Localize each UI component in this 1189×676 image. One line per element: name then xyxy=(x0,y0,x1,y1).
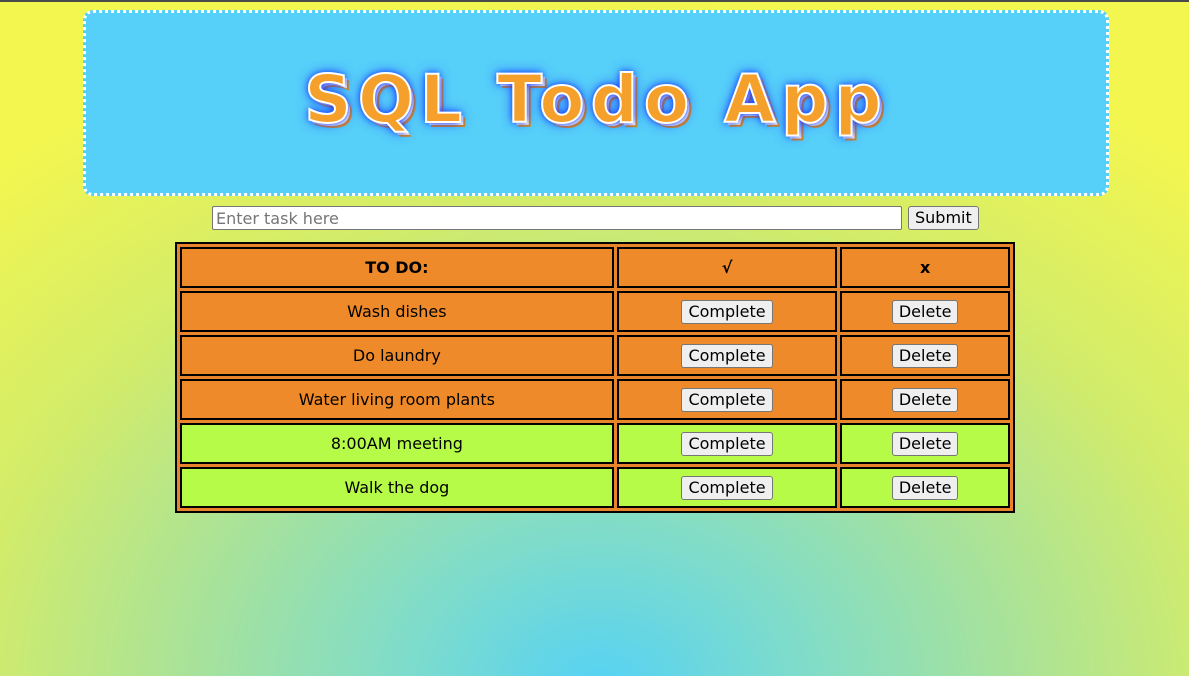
submit-button[interactable]: Submit xyxy=(908,206,979,230)
complete-cell: Complete xyxy=(616,335,838,376)
complete-button[interactable]: Complete xyxy=(681,475,773,500)
complete-cell: Complete xyxy=(616,379,838,420)
delete-button[interactable]: Delete xyxy=(891,299,959,324)
table-row: 8:00AM meeting Complete Delete xyxy=(180,423,1010,464)
delete-cell: Delete xyxy=(840,423,1010,464)
table-row: Walk the dog Complete Delete xyxy=(180,467,1010,508)
add-task-form: Submit xyxy=(212,205,979,231)
complete-button[interactable]: Complete xyxy=(681,387,773,412)
header-delete-x: x xyxy=(840,247,1010,288)
complete-button[interactable]: Complete xyxy=(681,431,773,456)
delete-button[interactable]: Delete xyxy=(891,475,959,500)
table-row: Do laundry Complete Delete xyxy=(180,335,1010,376)
complete-cell: Complete xyxy=(616,467,838,508)
header-banner: SQL Todo App xyxy=(83,10,1109,196)
delete-button[interactable]: Delete xyxy=(891,431,959,456)
table-header-row: TO DO: √ x xyxy=(180,247,1010,288)
task-text: 8:00AM meeting xyxy=(180,423,614,464)
header-complete-check: √ xyxy=(616,247,838,288)
delete-cell: Delete xyxy=(840,291,1010,332)
task-text: Water living room plants xyxy=(180,379,614,420)
delete-button[interactable]: Delete xyxy=(891,387,959,412)
table-row: Wash dishes Complete Delete xyxy=(180,291,1010,332)
complete-button[interactable]: Complete xyxy=(681,299,773,324)
window-top-border xyxy=(0,0,1189,2)
delete-button[interactable]: Delete xyxy=(891,343,959,368)
header-todo: TO DO: xyxy=(180,247,614,288)
table-row: Water living room plants Complete Delete xyxy=(180,379,1010,420)
complete-cell: Complete xyxy=(616,423,838,464)
complete-cell: Complete xyxy=(616,291,838,332)
delete-cell: Delete xyxy=(840,467,1010,508)
task-text: Walk the dog xyxy=(180,467,614,508)
task-text: Do laundry xyxy=(180,335,614,376)
delete-cell: Delete xyxy=(840,335,1010,376)
app-title: SQL Todo App xyxy=(303,60,888,139)
todo-table: TO DO: √ x Wash dishes Complete Delete D… xyxy=(175,242,1015,513)
delete-cell: Delete xyxy=(840,379,1010,420)
task-input[interactable] xyxy=(212,206,902,230)
task-text: Wash dishes xyxy=(180,291,614,332)
complete-button[interactable]: Complete xyxy=(681,343,773,368)
